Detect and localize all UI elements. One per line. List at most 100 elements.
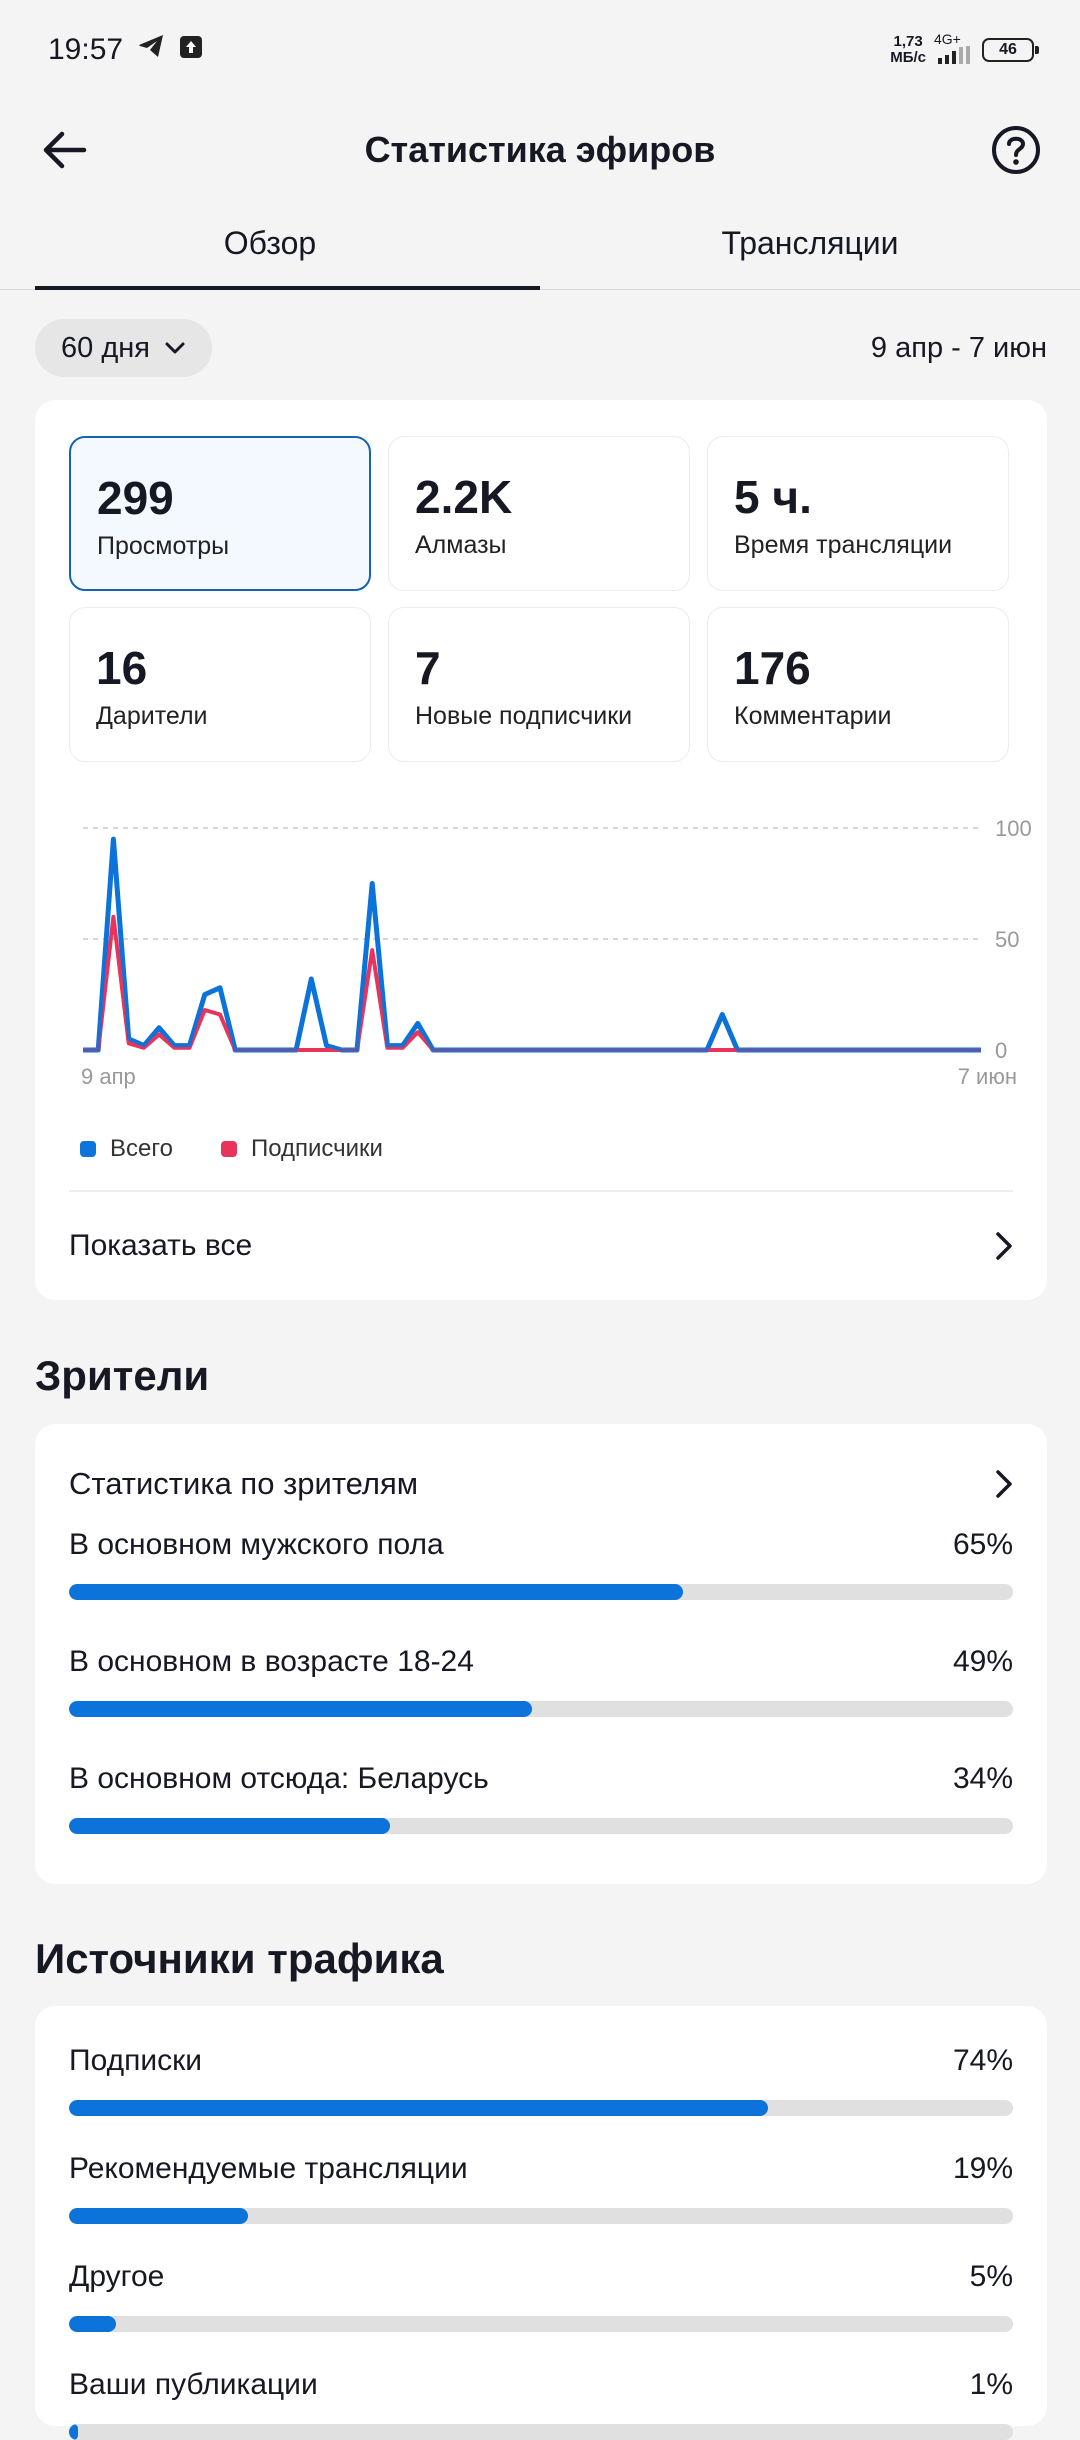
legend-item-total: Всего <box>80 1135 173 1163</box>
stat-bar-text: В основном мужского пола 65% <box>69 1528 1013 1562</box>
stat-percent: 5% <box>969 2260 1013 2293</box>
stat-label: Рекомендуемые трансляции <box>69 2152 468 2185</box>
chevron-down-icon <box>165 342 185 354</box>
stat-label: Другое <box>69 2260 165 2293</box>
line-chart: 100 50 0 9 апр 7 июн <box>81 816 1032 1089</box>
x-tick-label: 7 июн <box>958 1064 1017 1089</box>
y-tick-label: 50 <box>995 927 1019 952</box>
divider <box>69 1190 1013 1192</box>
metric-value: 2.2K <box>415 471 513 523</box>
stat-percent: 49% <box>952 1645 1013 1678</box>
legend-label: Подписчики <box>250 1135 383 1162</box>
legend-dot <box>80 1141 96 1157</box>
metric-comments[interactable]: 176 Комментарии <box>707 607 1009 762</box>
section-title-traffic: Источники трафика <box>35 1935 444 1982</box>
telegram-icon <box>137 33 165 67</box>
viewer-stats-link[interactable]: Статистика по зрителям <box>69 1454 1013 1514</box>
stat-bar-text: Подписки 74% <box>69 2044 1013 2078</box>
metric-diamonds[interactable]: 2.2K Алмазы <box>388 436 690 591</box>
chart-legend: Всего Подписчики <box>80 1135 383 1163</box>
stat-label: Подписки <box>69 2044 202 2077</box>
series-line-subscribers <box>83 914 981 1052</box>
stat-bar-text: В основном в возрасте 18-24 49% <box>69 1645 1013 1679</box>
metric-new-followers[interactable]: 7 Новые подписчики <box>388 607 690 762</box>
help-circle-icon <box>992 126 1040 174</box>
stat-percent: 1% <box>969 2368 1013 2401</box>
back-button[interactable] <box>34 120 94 180</box>
metric-stream-time[interactable]: 5 ч. Время трансляции <box>707 436 1009 591</box>
legend-item-subscribers: Подписчики <box>220 1135 383 1163</box>
stat-label: В основном отсюда: Беларусь <box>69 1762 489 1795</box>
help-button[interactable] <box>986 120 1046 180</box>
tab-overview[interactable]: Обзор <box>0 210 540 290</box>
legend-label: Всего <box>110 1135 173 1162</box>
stat-percent: 34% <box>952 1762 1013 1795</box>
stat-label: В основном в возрасте 18-24 <box>69 1645 474 1678</box>
progress-track <box>69 1818 1013 1834</box>
tab-bar: Обзор Трансляции <box>0 210 1080 290</box>
stat-bar-row: Ваши публикации 1% <box>69 2368 1013 2440</box>
metric-views[interactable]: 299 Просмотры <box>69 436 371 591</box>
stat-percent: 65% <box>952 1528 1013 1561</box>
progress-track <box>69 2208 1013 2224</box>
show-all-label: Показать все <box>69 1229 253 1262</box>
stats-card: 299 Просмотры 2.2K Алмазы 5 ч. Время тра… <box>35 400 1047 1300</box>
progress-fill <box>69 2208 249 2224</box>
stat-bar-text: Рекомендуемые трансляции 19% <box>69 2152 1013 2186</box>
arrow-left-icon <box>43 131 87 169</box>
card-title: Статистика по зрителям <box>69 1466 419 1501</box>
upload-icon <box>179 33 203 67</box>
progress-fill <box>69 2100 768 2116</box>
page-title: Статистика эфиров <box>364 129 716 170</box>
stat-bar-row: В основном в возрасте 18-24 49% <box>69 1645 1013 1717</box>
chevron-right-icon <box>996 1470 1012 1498</box>
status-bar: 19:57 1,73 МБ/с 4G+ 46 <box>0 0 1080 100</box>
metric-label: Время трансляции <box>734 531 953 559</box>
stat-bar-row: В основном мужского пола 65% <box>69 1528 1013 1600</box>
range-dropdown[interactable]: 60 дня <box>35 319 212 377</box>
date-range: 9 апр - 7 июн <box>870 331 1047 364</box>
metric-gifters[interactable]: 16 Дарители <box>69 607 371 762</box>
show-all-button[interactable]: Показать все <box>69 1208 1013 1284</box>
progress-track <box>69 2424 1013 2440</box>
viewers-card: Статистика по зрителям В основном мужско… <box>35 1424 1047 1884</box>
metric-value: 176 <box>734 642 811 694</box>
tab-broadcasts[interactable]: Трансляции <box>540 210 1080 289</box>
series-line-total-overlay <box>83 837 981 1052</box>
metric-label: Алмазы <box>415 531 507 559</box>
progress-fill <box>69 1818 390 1834</box>
metric-value: 7 <box>415 642 441 694</box>
x-tick-label: 9 апр <box>81 1064 136 1089</box>
stat-bar-text: Другое 5% <box>69 2260 1013 2294</box>
stat-bar-row: Подписки 74% <box>69 2044 1013 2116</box>
y-tick-label: 0 <box>995 1038 1007 1063</box>
stat-percent: 74% <box>952 2044 1013 2077</box>
signal-icon <box>934 45 974 69</box>
views-chart[interactable]: 100 50 0 9 апр 7 июн <box>69 800 1049 1100</box>
stat-bar-row: Рекомендуемые трансляции 19% <box>69 2152 1013 2224</box>
metric-value: 299 <box>97 472 174 524</box>
progress-fill <box>69 2424 79 2440</box>
stat-bar-row: В основном отсюда: Беларусь 34% <box>69 1762 1013 1834</box>
status-time: 19:57 <box>48 33 124 66</box>
battery-icon: 46 <box>982 38 1039 62</box>
stat-bar-row: Другое 5% <box>69 2260 1013 2332</box>
legend-dot <box>220 1141 237 1157</box>
series-line-total <box>83 836 981 1053</box>
progress-fill <box>69 1584 683 1600</box>
section-title-viewers: Зрители <box>35 1352 210 1399</box>
progress-track <box>69 1584 1013 1600</box>
progress-track <box>69 2100 1013 2116</box>
stat-percent: 19% <box>952 2152 1013 2185</box>
stat-label: В основном мужского пола <box>69 1528 444 1561</box>
progress-fill <box>69 1701 532 1717</box>
stat-bar-text: В основном отсюда: Беларусь 34% <box>69 1762 1013 1796</box>
chevron-right-icon <box>996 1232 1012 1260</box>
traffic-card: Подписки 74% Рекомендуемые трансляции 19% Др… <box>35 2006 1047 2440</box>
progress-fill <box>69 2316 117 2332</box>
stat-bar-text: Ваши публикации 1% <box>69 2368 1013 2402</box>
metric-label: Новые подписчики <box>415 702 633 730</box>
metric-value: 5 ч. <box>734 471 812 523</box>
filter-row: 60 дня 9 апр - 7 июн <box>35 318 1047 378</box>
y-tick-label: 100 <box>995 816 1032 841</box>
